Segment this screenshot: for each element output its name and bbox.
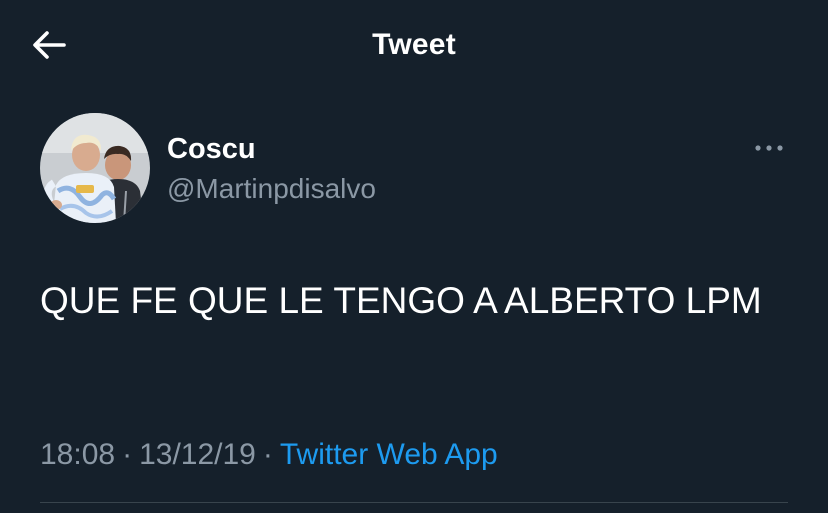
tweet-source-link[interactable]: Twitter Web App — [280, 438, 498, 471]
user-handle[interactable]: @Martinpdisalvo — [167, 172, 376, 206]
meta-separator: · — [122, 438, 133, 471]
tweet-text: QUE FE QUE LE TENGO A ALBERTO LPM — [40, 280, 762, 321]
top-bar: Tweet — [0, 0, 828, 90]
profile-photo — [40, 113, 150, 223]
more-options-button[interactable] — [752, 136, 788, 160]
divider — [40, 502, 788, 503]
page-title: Tweet — [372, 28, 456, 61]
tweet-meta: 18:08 · 13/12/19 · Twitter Web App — [40, 437, 498, 473]
avatar[interactable] — [40, 113, 150, 223]
tweet-date: 13/12/19 — [139, 438, 256, 471]
more-horizontal-icon — [755, 145, 783, 151]
meta-separator: · — [262, 438, 273, 471]
display-name[interactable]: Coscu — [167, 132, 256, 166]
tweet-time: 18:08 — [40, 438, 116, 471]
